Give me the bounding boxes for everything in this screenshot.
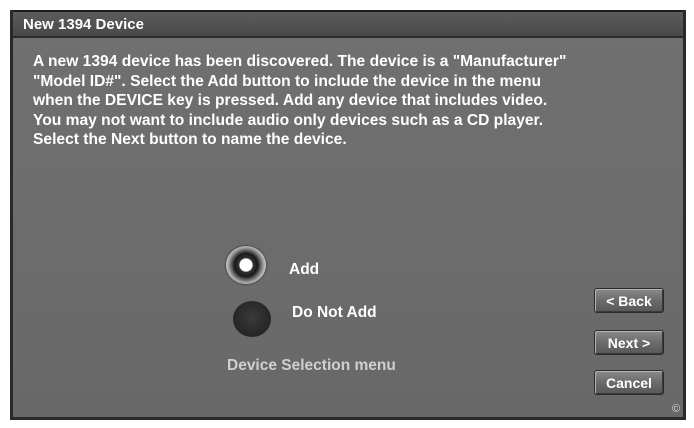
dialog-title: New 1394 Device <box>23 16 144 33</box>
dialog-title-bar: New 1394 Device <box>13 10 683 38</box>
next-button[interactable]: Next > <box>594 330 664 355</box>
cancel-button[interactable]: Cancel <box>594 370 664 395</box>
new-device-dialog: New 1394 Device A new 1394 device has be… <box>10 10 686 420</box>
do-not-add-option-label[interactable]: Do Not Add <box>292 304 377 322</box>
copyright-icon: © <box>672 403 681 415</box>
dialog-message: A new 1394 device has been discovered. T… <box>33 53 567 149</box>
back-button[interactable]: < Back <box>594 288 664 313</box>
add-option-label[interactable]: Add <box>289 261 319 279</box>
device-selection-menu-caption: Device Selection menu <box>227 357 396 374</box>
screen: New 1394 Device A new 1394 device has be… <box>0 0 694 428</box>
do-not-add-radio-button[interactable] <box>233 301 271 337</box>
add-radio-button[interactable] <box>226 246 266 284</box>
